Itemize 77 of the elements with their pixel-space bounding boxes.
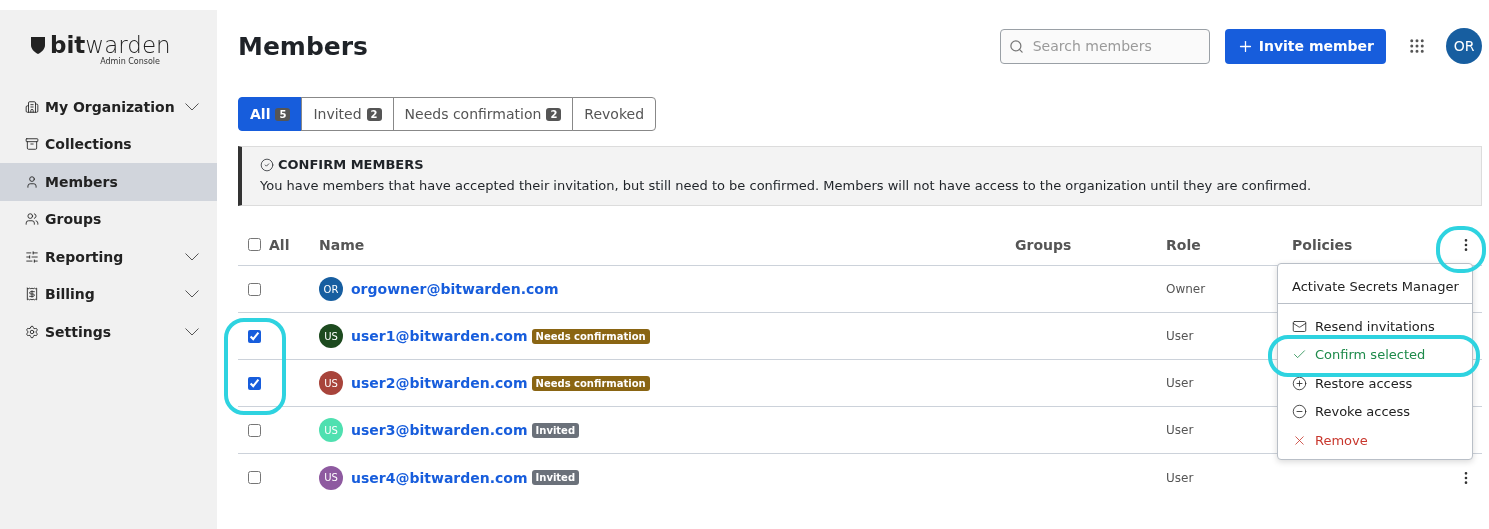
check-circle-icon [260, 157, 274, 172]
count-badge: 5 [275, 107, 291, 121]
menu-item[interactable]: Remove [1278, 426, 1472, 455]
member-email-link[interactable]: user2@bitwarden.com [351, 375, 528, 391]
search-icon [1008, 38, 1024, 54]
sidebar-item-label: Reporting [45, 248, 125, 265]
column-header: Role [1166, 236, 1202, 253]
sidebar-item-label: Members [45, 173, 119, 190]
member-avatar: US [319, 418, 343, 442]
sidebar-item[interactable]: Settings [0, 313, 217, 351]
envelope-icon [1292, 318, 1307, 334]
status-badge: Invited [531, 422, 580, 438]
row-checkbox[interactable] [248, 376, 261, 390]
role-text: User [1166, 423, 1195, 437]
row-checkbox[interactable] [248, 282, 261, 296]
minus-circle-icon [1292, 404, 1307, 420]
sidebar-item-label: Billing [45, 286, 96, 303]
member-avatar: OR [319, 277, 343, 301]
member-avatar: US [319, 324, 343, 348]
role-text: User [1166, 470, 1195, 485]
sidebar-item[interactable]: Billing [0, 275, 217, 313]
column-header: Name [319, 236, 366, 253]
sidebar-item-label: Settings [45, 323, 113, 340]
box-icon [25, 137, 39, 152]
status-badge: Needs confirmation [531, 375, 650, 391]
sidebar-item-label: My Organization [45, 98, 176, 115]
menu-item[interactable]: Confirm selected [1278, 340, 1472, 369]
member-avatar: US [319, 371, 343, 395]
member-email-link[interactable]: orgowner@bitwarden.com [351, 281, 559, 297]
callout-text: You have members that have accepted their invitation, but still need to be confirmed. Members will not have access to the organization until they are confirmed. [260, 178, 1313, 193]
filter-tab[interactable]: Revoked [572, 97, 656, 131]
status-badge: Invited [531, 470, 580, 485]
role-text: User [1166, 329, 1195, 343]
count-badge: 2 [366, 107, 382, 121]
plus-circle-icon [1292, 375, 1307, 391]
row-checkbox[interactable] [248, 329, 261, 343]
role-text: User [1166, 376, 1195, 390]
member-email-link[interactable]: user4@bitwarden.com [351, 469, 528, 486]
sidebar-item[interactable]: Groups [0, 200, 217, 238]
callout-title: CONFIRM MEMBERS [278, 157, 424, 172]
logo-subtitle: Admin Console [100, 57, 160, 66]
select-all-label: All [269, 236, 290, 253]
column-header: Groups [1015, 236, 1073, 253]
sliders-icon [25, 249, 39, 264]
page-title: Members [238, 31, 369, 61]
count-badge: 2 [546, 107, 562, 121]
logo-wordmark: bitwarden [50, 32, 171, 58]
settings-icon [25, 324, 39, 339]
filter-tab[interactable]: All 5 [238, 97, 303, 131]
select-all-checkbox[interactable] [248, 238, 261, 251]
receipt-icon [25, 287, 39, 302]
sidebar-item[interactable]: Members [0, 163, 217, 201]
sidebar-item[interactable]: Reporting [0, 238, 217, 276]
row-checkbox[interactable] [248, 423, 261, 437]
user-avatar[interactable]: OR [1446, 28, 1482, 64]
row-checkbox[interactable] [248, 471, 261, 484]
member-email-link[interactable]: user1@bitwarden.com [351, 328, 528, 344]
sidebar-item-label: Groups [45, 211, 103, 228]
sidebar-item[interactable]: Collections [0, 125, 217, 163]
highlight-outline [1436, 226, 1486, 273]
sidebar-item-label: Collections [45, 136, 133, 153]
status-badge: Needs confirmation [531, 328, 650, 344]
filter-tab[interactable]: Needs confirmation 2 [392, 97, 574, 131]
apps-grid-button[interactable] [1408, 37, 1426, 55]
column-header: Policies [1292, 236, 1354, 253]
menu-item[interactable]: Revoke access [1278, 397, 1472, 426]
member-email-link[interactable]: user3@bitwarden.com [351, 422, 528, 438]
people-icon [25, 212, 39, 227]
search-field[interactable]: Search members [999, 28, 1210, 64]
invite-member-button[interactable]: Invite member [1224, 28, 1386, 64]
building-icon [25, 99, 39, 114]
sidebar-item[interactable]: My Organization [0, 88, 217, 126]
shield-logo-icon [30, 35, 46, 55]
member-avatar: US [319, 465, 343, 490]
role-text: Owner [1166, 282, 1207, 296]
person-icon [25, 174, 39, 189]
filter-tab[interactable]: Invited 2 [301, 97, 394, 131]
